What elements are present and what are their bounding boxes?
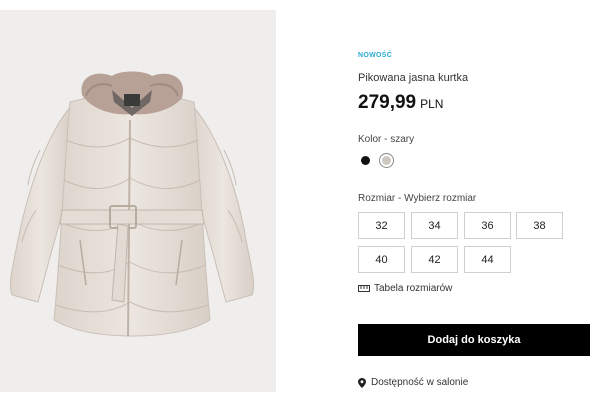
product-price: 279,99 PLN — [358, 92, 443, 114]
color-swatch-grey[interactable] — [379, 153, 394, 168]
color-swatch-black[interactable] — [361, 156, 370, 165]
color-selected: szary — [390, 134, 415, 145]
color-label: Kolor - szary — [358, 134, 414, 145]
map-pin-icon — [358, 377, 366, 388]
size-label-prefix: Rozmiar - — [358, 193, 405, 204]
ruler-icon — [358, 285, 370, 292]
size-table-link[interactable]: Tabela rozmiarów — [358, 283, 452, 294]
product-name: Pikowana jasna kurtka — [358, 72, 469, 84]
store-availability-label: Dostępność w salonie — [371, 377, 469, 388]
size-option-32[interactable]: 32 — [358, 212, 405, 239]
size-prompt: Wybierz rozmiar — [404, 193, 477, 204]
store-availability-link[interactable]: Dostępność w salonie — [358, 377, 468, 388]
add-to-cart-button[interactable]: Dodaj do koszyka — [358, 324, 590, 356]
size-option-34[interactable]: 34 — [411, 212, 458, 239]
size-option-42[interactable]: 42 — [411, 246, 458, 273]
price-currency: PLN — [420, 97, 444, 111]
size-grid: 32 34 36 38 40 42 44 — [358, 212, 594, 276]
jacket-illustration — [9, 71, 255, 337]
new-badge: NOWOŚĆ — [358, 52, 393, 59]
size-table-label: Tabela rozmiarów — [374, 283, 453, 294]
color-label-prefix: Kolor - — [358, 134, 391, 145]
size-option-36[interactable]: 36 — [464, 212, 511, 239]
color-swatch-grey-fill — [382, 156, 391, 165]
product-image[interactable] — [0, 10, 276, 392]
size-option-38[interactable]: 38 — [516, 212, 563, 239]
size-option-44[interactable]: 44 — [464, 246, 511, 273]
size-label: Rozmiar - Wybierz rozmiar — [358, 193, 476, 204]
price-value: 279,99 — [358, 92, 417, 113]
size-option-40[interactable]: 40 — [358, 246, 405, 273]
